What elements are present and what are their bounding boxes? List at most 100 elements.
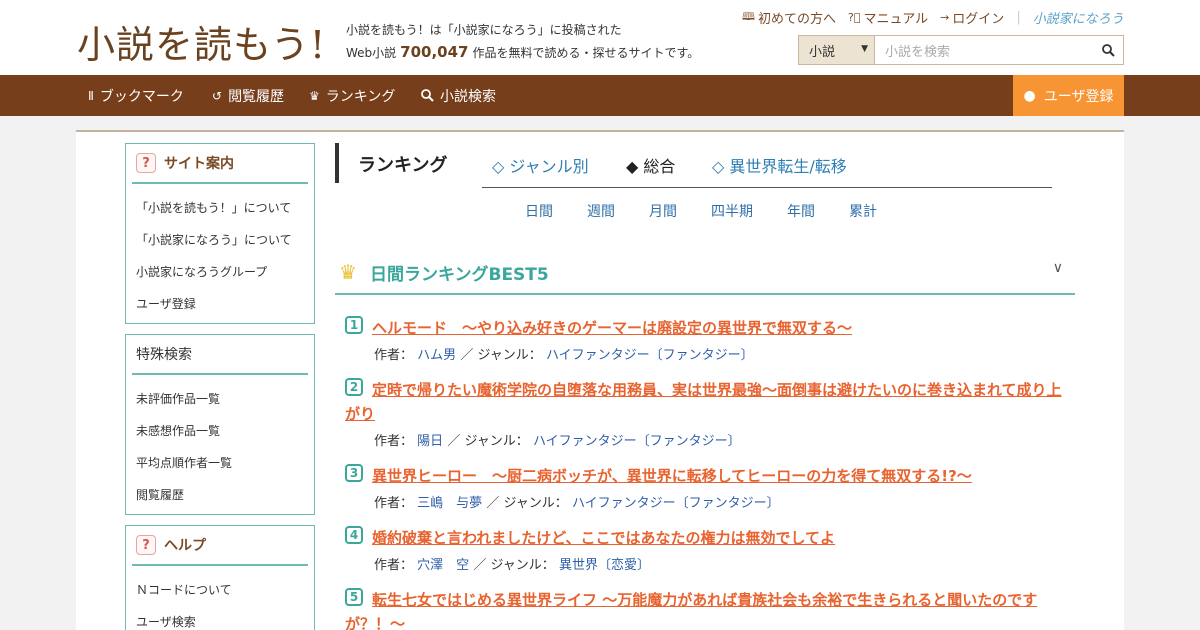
nav-ranking-label: ランキング [325, 88, 396, 105]
author-link[interactable]: 三嶋 与夢 [417, 496, 482, 511]
nav-history[interactable]: ↺ 閲覧履歴 [212, 75, 284, 116]
manual-link-label: マニュアル [863, 12, 929, 27]
ranking-entry-4: 4 婚約破棄と言われましたけど、ここではあなたの権力は無効でしてよ 作者： 穴澤… [345, 526, 1070, 573]
period-monthly[interactable]: 月間 [649, 201, 677, 221]
book-icon: 🕮 [742, 10, 755, 23]
period-quarterly[interactable]: 四半期 [711, 201, 753, 221]
rank-number: 4 [345, 526, 363, 544]
divider: | [1016, 10, 1021, 25]
register-button[interactable]: ● ユーザ登録 [1013, 75, 1124, 116]
ranking-entry-1: 1 ヘルモード ～やり込み好きのゲーマーは廃設定の異世界で無双する～ 作者： ハ… [345, 316, 1070, 363]
period-daily[interactable]: 日間 [525, 201, 553, 221]
author-label: 作者： [374, 558, 414, 573]
sidebar-item-ncode[interactable]: Ｎコードについて [136, 574, 314, 606]
author-link[interactable]: 陽日 [417, 434, 443, 449]
period-total[interactable]: 累計 [849, 201, 877, 221]
beginners-link[interactable]: 🕮 初めての方へ [742, 8, 836, 27]
search-button[interactable] [1093, 36, 1123, 64]
sidebar-help: ? ヘルプ Ｎコードについて ユーザ検索 [125, 525, 315, 630]
sidebar-item-register[interactable]: ユーザ登録 [136, 288, 314, 320]
user-icon: ● [1023, 87, 1036, 104]
rank-number: 2 [345, 378, 363, 396]
novel-title-link[interactable]: 転生七女ではじめる異世界ライフ 〜万能魔力があれば貴族社会も余裕で生きられると聞… [345, 588, 1070, 630]
tagline-prefix: Web小説 [346, 46, 397, 60]
tab-divider [482, 187, 1052, 188]
nav-history-label: 閲覧履歴 [228, 88, 285, 105]
rank-number: 1 [345, 316, 363, 334]
special-search-list: 未評価作品一覧 未感想作品一覧 平均点順作者一覧 閲覧履歴 [126, 375, 314, 511]
register-button-label: ユーザ登録 [1043, 88, 1114, 105]
sidebar-item-avg-authors[interactable]: 平均点順作者一覧 [136, 447, 314, 479]
special-search-header: 特殊検索 [132, 335, 308, 375]
novel-title-link[interactable]: ヘルモード ～やり込み好きのゲーマーは廃設定の異世界で無双する～ [345, 316, 1070, 340]
novel-title-link[interactable]: 婚約破棄と言われましたけど、ここではあなたの権力は無効でしてよ [345, 526, 1070, 550]
genre-link[interactable]: ハイファンタジー〔ファンタジー〕 [533, 434, 741, 449]
search-icon [421, 89, 434, 102]
search-type-select[interactable]: 小説 ▼ [799, 36, 875, 64]
search-box: 小説 ▼ 小説を検索 [798, 35, 1124, 65]
novel-title-link[interactable]: 異世界ヒーロー ～厨二病ボッチが、異世界に転移してヒーローの力を得て無双する!?… [345, 464, 1070, 488]
sidebar-item-history[interactable]: 閲覧履歴 [136, 479, 314, 511]
genre-label: ／ ジャンル： [460, 348, 542, 363]
chevron-down-icon[interactable]: ∨ [1053, 260, 1063, 276]
novel-title-link[interactable]: 定時で帰りたい魔術学院の自堕落な用務員、実は世界最強～面倒事は避けたいのに巻き込… [345, 378, 1070, 426]
tab-overall[interactable]: ◆ 総合 [626, 153, 675, 177]
sidebar-item-no-review[interactable]: 未感想作品一覧 [136, 415, 314, 447]
genre-link[interactable]: 異世界〔恋愛〕 [559, 558, 650, 573]
sidebar-item-user-search[interactable]: ユーザ検索 [136, 606, 314, 630]
manual-link[interactable]: ?⃝ マニュアル [848, 8, 928, 27]
tagline-line1: 小説を読もう！は「小説家になろう」に投稿された [346, 23, 622, 37]
sidebar-special-search: 特殊検索 未評価作品一覧 未感想作品一覧 平均点順作者一覧 閲覧履歴 [125, 334, 315, 515]
narou-logo[interactable]: 小説家になろう [1033, 8, 1124, 27]
sidebar-item-about-narou[interactable]: 「小説家になろう」について [136, 224, 314, 256]
author-link[interactable]: ハム男 [417, 348, 456, 363]
header-links: 🕮 初めての方へ ?⃝ マニュアル → ログイン | 小説家になろう [742, 8, 1124, 27]
period-yearly[interactable]: 年間 [787, 201, 815, 221]
ranking-entry-3: 3 異世界ヒーロー ～厨二病ボッチが、異世界に転移してヒーローの力を得て無双する… [345, 464, 1070, 511]
chevron-down-icon: ▼ [861, 44, 868, 54]
tagline-suffix: 作品を無料で読める・探せるサイトです。 [472, 46, 700, 60]
nav-ranking[interactable]: ♛ ランキング [309, 75, 395, 116]
genre-link[interactable]: ハイファンタジー〔ファンタジー〕 [546, 348, 754, 363]
login-link-label: ログイン [952, 12, 1005, 27]
nav-bookmark[interactable]: Ⅱ ブックマーク [88, 75, 184, 116]
sidebar-item-about-yomou[interactable]: 「小説を読もう！」について [136, 192, 314, 224]
entry-meta: 作者： 三嶋 与夢 ／ ジャンル： ハイファンタジー〔ファンタジー〕 [345, 492, 1070, 511]
genre-label: ／ ジャンル： [473, 558, 555, 573]
site-guide-list: 「小説を読もう！」について 「小説家になろう」について 小説家になろうグループ … [126, 184, 314, 320]
title-accent-bar [335, 143, 339, 183]
question-icon: ? [136, 535, 156, 555]
sidebar-item-narou-group[interactable]: 小説家になろうグループ [136, 256, 314, 288]
genre-link[interactable]: ハイファンタジー〔ファンタジー〕 [572, 496, 780, 511]
site-tagline: 小説を読もう！は「小説家になろう」に投稿された Web小説 700,047 作品を無… [346, 19, 699, 64]
tab-genre[interactable]: ◇ ジャンル別 [492, 153, 589, 177]
special-search-title: 特殊検索 [136, 347, 192, 363]
site-guide-title: サイト案内 [164, 156, 234, 172]
site-guide-header: ? サイト案内 [132, 144, 308, 184]
login-link[interactable]: → ログイン [940, 8, 1004, 27]
page-title: ランキング [358, 155, 448, 176]
ranking-entry-5: 5 転生七女ではじめる異世界ライフ 〜万能魔力があれば貴族社会も余裕で生きられる… [345, 588, 1070, 630]
author-label: 作者： [374, 434, 414, 449]
novel-count: 700,047 [400, 43, 469, 61]
search-input[interactable]: 小説を検索 [875, 36, 1093, 64]
beginners-link-label: 初めての方へ [757, 12, 836, 27]
author-link[interactable]: 穴澤 空 [417, 558, 469, 573]
tagline-line2: Web小説 700,047 作品を無料で読める・探せるサイトです。 [346, 41, 699, 64]
best5-header[interactable]: ♛ 日間ランキングBEST5 ∨ [335, 250, 1075, 295]
period-weekly[interactable]: 週間 [587, 201, 615, 221]
tab-isekai[interactable]: ◇ 異世界転生/転移 [712, 153, 847, 177]
nav-bookmark-label: ブックマーク [99, 88, 184, 105]
entry-meta: 作者： ハム男 ／ ジャンル： ハイファンタジー〔ファンタジー〕 [345, 344, 1070, 363]
nav-search[interactable]: 小説検索 [421, 75, 496, 116]
nav-search-label: 小説検索 [440, 88, 496, 105]
site-logo[interactable]: 小説を読もう! [77, 14, 326, 69]
genre-label: ／ ジャンル： [486, 496, 568, 511]
help-title: ヘルプ [164, 538, 206, 554]
entry-meta: 作者： 穴澤 空 ／ ジャンル： 異世界〔恋愛〕 [345, 554, 1070, 573]
crown-icon: ♛ [339, 260, 357, 284]
sidebar-site-guide: ? サイト案内 「小説を読もう！」について 「小説家になろう」について 小説家に… [125, 143, 315, 324]
rank-number: 3 [345, 464, 363, 482]
sidebar-item-unrated[interactable]: 未評価作品一覧 [136, 383, 314, 415]
login-icon: → [940, 11, 950, 24]
